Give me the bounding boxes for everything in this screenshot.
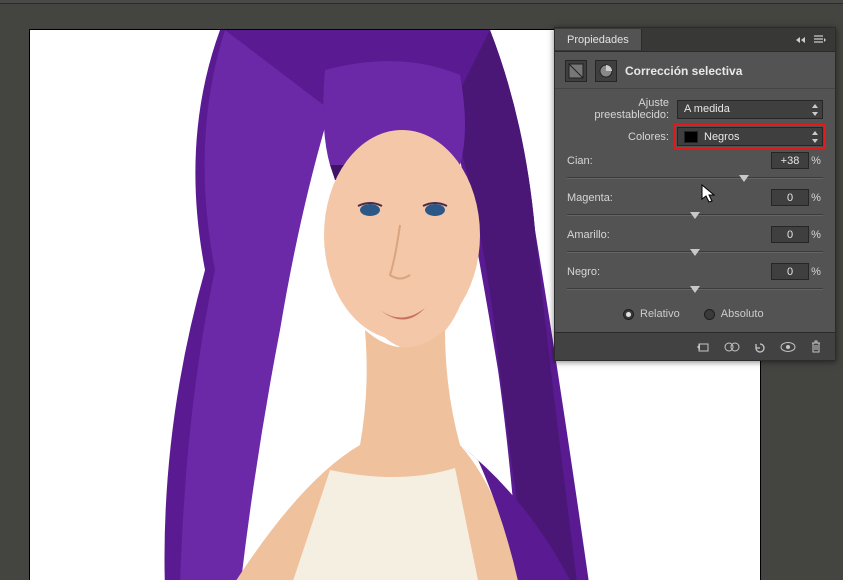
view-previous-icon[interactable] bbox=[721, 338, 743, 356]
mode-relativo[interactable]: Relativo bbox=[623, 308, 680, 320]
tab-properties[interactable]: Propiedades bbox=[555, 29, 642, 50]
colores-value: Negros bbox=[704, 131, 739, 143]
reset-icon[interactable] bbox=[749, 338, 771, 356]
pct-label: % bbox=[809, 266, 823, 278]
slider-track[interactable] bbox=[567, 251, 823, 253]
color-swatch bbox=[684, 131, 698, 143]
slider-track[interactable] bbox=[567, 177, 823, 179]
slider-thumb-icon[interactable] bbox=[690, 212, 700, 219]
slider-label: Magenta: bbox=[567, 192, 771, 204]
slider-negro: Negro:% bbox=[567, 263, 823, 290]
slider-magenta: Magenta:% bbox=[567, 189, 823, 216]
adjustment-title: Corrección selectiva bbox=[625, 64, 742, 78]
slider-amarillo: Amarillo:% bbox=[567, 226, 823, 253]
radio-label-absoluto: Absoluto bbox=[721, 308, 764, 320]
app-top-bar bbox=[0, 0, 843, 4]
properties-panel: Propiedades Corrección selectiva Ajuste … bbox=[554, 27, 836, 361]
clip-to-layer-icon[interactable] bbox=[693, 338, 715, 356]
slider-value-input[interactable] bbox=[771, 226, 809, 243]
preset-label: Ajuste preestablecido: bbox=[567, 97, 677, 121]
adjustment-header: Corrección selectiva bbox=[555, 52, 835, 89]
slider-value-input[interactable] bbox=[771, 263, 809, 280]
slider-thumb-icon[interactable] bbox=[690, 286, 700, 293]
collapse-panel-icon[interactable] bbox=[793, 33, 807, 47]
adjustment-layer-icon[interactable] bbox=[565, 60, 587, 82]
panel-tab-strip: Propiedades bbox=[555, 28, 835, 52]
slider-label: Cian: bbox=[567, 155, 771, 167]
preset-select[interactable]: A medida bbox=[677, 100, 823, 119]
slider-value-input[interactable] bbox=[771, 152, 809, 169]
slider-track[interactable] bbox=[567, 288, 823, 290]
pct-label: % bbox=[809, 155, 823, 167]
slider-thumb-icon[interactable] bbox=[739, 175, 749, 182]
visibility-icon[interactable] bbox=[777, 338, 799, 356]
slider-label: Amarillo: bbox=[567, 229, 771, 241]
radio-dot-icon bbox=[704, 309, 715, 320]
pct-label: % bbox=[809, 229, 823, 241]
selective-color-icon[interactable] bbox=[595, 60, 617, 82]
slider-value-input[interactable] bbox=[771, 189, 809, 206]
slider-cian: Cian:% bbox=[567, 152, 823, 179]
slider-thumb-icon[interactable] bbox=[690, 249, 700, 256]
trash-icon[interactable] bbox=[805, 338, 827, 356]
colores-label: Colores: bbox=[567, 131, 677, 143]
preset-value: A medida bbox=[684, 103, 730, 115]
panel-menu-icon[interactable] bbox=[813, 33, 827, 47]
radio-dot-icon bbox=[623, 309, 634, 320]
panel-footer bbox=[555, 332, 835, 360]
colores-select[interactable]: Negros bbox=[677, 127, 823, 146]
radio-label-relativo: Relativo bbox=[640, 308, 680, 320]
pct-label: % bbox=[809, 192, 823, 204]
slider-label: Negro: bbox=[567, 266, 771, 278]
mode-absoluto[interactable]: Absoluto bbox=[704, 308, 764, 320]
slider-track[interactable] bbox=[567, 214, 823, 216]
